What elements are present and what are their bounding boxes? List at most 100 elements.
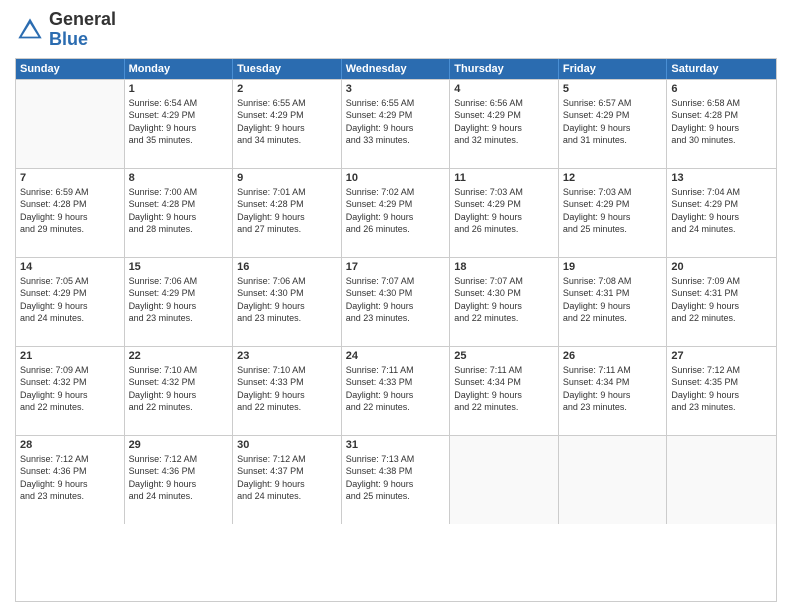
cell-line: Sunrise: 6:58 AM [671, 97, 772, 110]
calendar-cell: 22Sunrise: 7:10 AMSunset: 4:32 PMDayligh… [125, 347, 234, 435]
cell-line: and 29 minutes. [20, 223, 120, 236]
cell-line: Sunset: 4:29 PM [20, 287, 120, 300]
cell-line: and 24 minutes. [129, 490, 229, 503]
cell-line: Sunset: 4:28 PM [20, 198, 120, 211]
cell-line: and 32 minutes. [454, 134, 554, 147]
cell-line: and 33 minutes. [346, 134, 446, 147]
day-number: 15 [129, 261, 229, 273]
day-number: 4 [454, 83, 554, 95]
cell-line: Daylight: 9 hours [671, 389, 772, 402]
cell-line: Sunrise: 7:10 AM [237, 364, 337, 377]
calendar-cell: 17Sunrise: 7:07 AMSunset: 4:30 PMDayligh… [342, 258, 451, 346]
cell-line: and 23 minutes. [563, 401, 663, 414]
day-number: 30 [237, 439, 337, 451]
day-number: 27 [671, 350, 772, 362]
day-number: 14 [20, 261, 120, 273]
day-number: 23 [237, 350, 337, 362]
calendar-row-4: 28Sunrise: 7:12 AMSunset: 4:36 PMDayligh… [16, 435, 776, 524]
cell-line: Sunrise: 7:11 AM [454, 364, 554, 377]
calendar-cell: 28Sunrise: 7:12 AMSunset: 4:36 PMDayligh… [16, 436, 125, 524]
cell-line: Daylight: 9 hours [454, 389, 554, 402]
header-day-saturday: Saturday [667, 59, 776, 79]
calendar-cell: 3Sunrise: 6:55 AMSunset: 4:29 PMDaylight… [342, 80, 451, 168]
day-number: 21 [20, 350, 120, 362]
cell-line: Daylight: 9 hours [20, 300, 120, 313]
cell-line: Daylight: 9 hours [237, 122, 337, 135]
header-day-tuesday: Tuesday [233, 59, 342, 79]
cell-line: and 22 minutes. [454, 312, 554, 325]
calendar-cell: 14Sunrise: 7:05 AMSunset: 4:29 PMDayligh… [16, 258, 125, 346]
calendar-cell: 15Sunrise: 7:06 AMSunset: 4:29 PMDayligh… [125, 258, 234, 346]
cell-line: Daylight: 9 hours [346, 122, 446, 135]
calendar-cell: 13Sunrise: 7:04 AMSunset: 4:29 PMDayligh… [667, 169, 776, 257]
calendar-cell: 27Sunrise: 7:12 AMSunset: 4:35 PMDayligh… [667, 347, 776, 435]
cell-line: Daylight: 9 hours [563, 389, 663, 402]
cell-line: Daylight: 9 hours [346, 211, 446, 224]
cell-line: Sunrise: 7:12 AM [20, 453, 120, 466]
cell-line: and 23 minutes. [20, 490, 120, 503]
cell-line: Sunset: 4:29 PM [346, 109, 446, 122]
calendar-cell: 23Sunrise: 7:10 AMSunset: 4:33 PMDayligh… [233, 347, 342, 435]
cell-line: Sunset: 4:29 PM [237, 109, 337, 122]
day-number: 6 [671, 83, 772, 95]
cell-line: and 25 minutes. [563, 223, 663, 236]
calendar-row-0: 1Sunrise: 6:54 AMSunset: 4:29 PMDaylight… [16, 79, 776, 168]
cell-line: Daylight: 9 hours [454, 211, 554, 224]
logo-text: General Blue [49, 10, 116, 50]
cell-line: Sunset: 4:29 PM [454, 198, 554, 211]
calendar-cell: 11 Sunrise: 7:03 AMSunset: 4:29 PMDayligh… [450, 169, 559, 257]
day-number: 8 [129, 172, 229, 184]
logo-icon [15, 15, 45, 45]
cell-line: and 26 minutes. [454, 223, 554, 236]
cell-line: Sunrise: 7:01 AM [237, 186, 337, 199]
cell-line: and 22 minutes. [563, 312, 663, 325]
cell-line: and 30 minutes. [671, 134, 772, 147]
day-number: 19 [563, 261, 663, 273]
day-number: 25 [454, 350, 554, 362]
cell-line: Sunset: 4:35 PM [671, 376, 772, 389]
calendar-cell: 20Sunrise: 7:09 AMSunset: 4:31 PMDayligh… [667, 258, 776, 346]
cell-line: Daylight: 9 hours [346, 389, 446, 402]
cell-line: and 23 minutes. [671, 401, 772, 414]
cell-line: Sunset: 4:29 PM [129, 109, 229, 122]
calendar-cell: 16Sunrise: 7:06 AMSunset: 4:30 PMDayligh… [233, 258, 342, 346]
calendar-row-2: 14Sunrise: 7:05 AMSunset: 4:29 PMDayligh… [16, 257, 776, 346]
cell-line: and 35 minutes. [129, 134, 229, 147]
cell-line: Daylight: 9 hours [237, 300, 337, 313]
day-number: 13 [671, 172, 772, 184]
cell-line: Daylight: 9 hours [237, 389, 337, 402]
calendar-cell: 10Sunrise: 7:02 AMSunset: 4:29 PMDayligh… [342, 169, 451, 257]
cell-line: Sunrise: 7:12 AM [237, 453, 337, 466]
calendar-cell: 21Sunrise: 7:09 AMSunset: 4:32 PMDayligh… [16, 347, 125, 435]
calendar-cell [16, 80, 125, 168]
cell-line: Sunset: 4:38 PM [346, 465, 446, 478]
cell-line: Daylight: 9 hours [671, 122, 772, 135]
calendar-cell [667, 436, 776, 524]
cell-line: Sunrise: 7:13 AM [346, 453, 446, 466]
cell-line: Sunrise: 7:10 AM [129, 364, 229, 377]
day-number: 5 [563, 83, 663, 95]
cell-line: Sunset: 4:31 PM [671, 287, 772, 300]
page: General Blue SundayMondayTuesdayWednesda… [0, 0, 792, 612]
header-day-sunday: Sunday [16, 59, 125, 79]
cell-line: and 23 minutes. [237, 312, 337, 325]
cell-line: Sunrise: 7:03 AM [454, 186, 554, 199]
cell-line: Sunset: 4:29 PM [346, 198, 446, 211]
day-number: 22 [129, 350, 229, 362]
cell-line: and 27 minutes. [237, 223, 337, 236]
day-number: 18 [454, 261, 554, 273]
cell-line: and 24 minutes. [20, 312, 120, 325]
cell-line: and 22 minutes. [237, 401, 337, 414]
cell-line: Daylight: 9 hours [237, 478, 337, 491]
day-number: 9 [237, 172, 337, 184]
day-number: 24 [346, 350, 446, 362]
cell-line: and 22 minutes. [346, 401, 446, 414]
cell-line: Sunrise: 6:56 AM [454, 97, 554, 110]
cell-line: Sunrise: 7:03 AM [563, 186, 663, 199]
calendar-cell: 29Sunrise: 7:12 AMSunset: 4:36 PMDayligh… [125, 436, 234, 524]
calendar-cell [559, 436, 668, 524]
cell-line: Daylight: 9 hours [563, 122, 663, 135]
day-number: 11 [454, 172, 554, 184]
calendar-cell: 6Sunrise: 6:58 AMSunset: 4:28 PMDaylight… [667, 80, 776, 168]
cell-line: Sunset: 4:29 PM [563, 109, 663, 122]
